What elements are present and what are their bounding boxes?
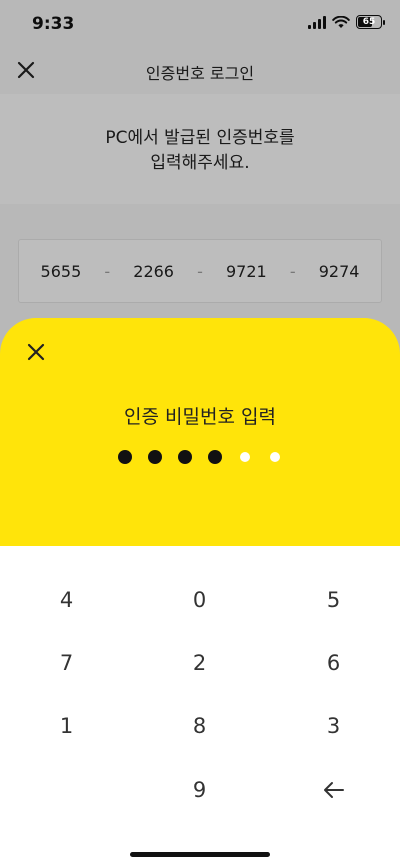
keypad-key-8[interactable]: 8 [133,695,266,757]
close-icon[interactable] [24,340,48,364]
keypad-key-7[interactable]: 7 [0,632,133,694]
pin-dot-filled [118,450,132,464]
pin-dot-empty [240,452,250,462]
keypad-key-6[interactable]: 6 [267,632,400,694]
pin-dot-filled [148,450,162,464]
pin-dot-filled [208,450,222,464]
keypad-key-3[interactable]: 3 [267,695,400,757]
keypad-key-0[interactable]: 0 [133,569,266,631]
keypad-key-1[interactable]: 1 [0,695,133,757]
keypad-key-9[interactable]: 9 [133,759,266,821]
keypad-key-2[interactable]: 2 [133,632,266,694]
backspace-key[interactable] [267,759,400,821]
keypad-empty-slot [0,759,133,821]
backspace-icon [323,782,344,798]
number-keypad: 405 726 1839 [0,546,400,866]
pin-dot-empty [270,452,280,462]
pin-indicator [0,450,400,464]
pin-dot-filled [178,450,192,464]
sheet-title: 인증 비밀번호 입력 [124,406,276,428]
password-sheet: 인증 비밀번호 입력 [0,318,400,546]
battery-percent: 65 [362,17,376,27]
keypad-key-4[interactable]: 4 [0,569,133,631]
home-indicator [130,852,270,857]
keypad-key-5[interactable]: 5 [267,569,400,631]
